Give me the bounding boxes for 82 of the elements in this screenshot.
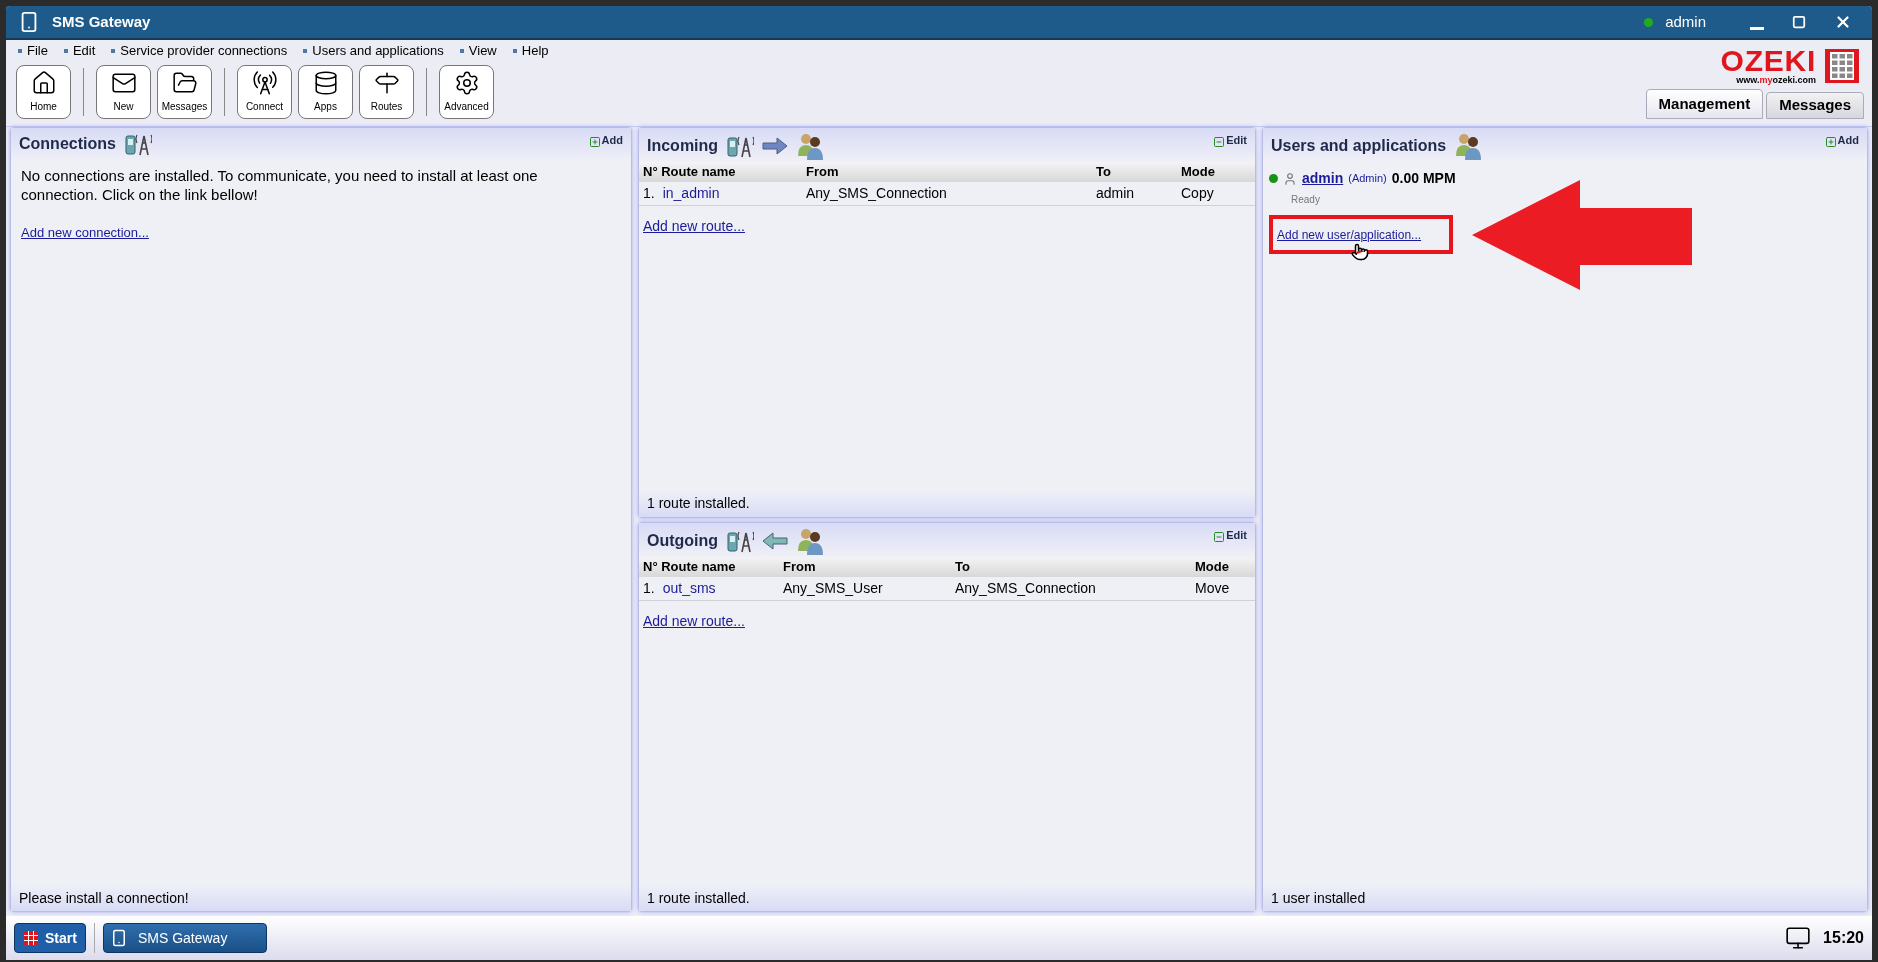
panel-footer-text: 1 user installed	[1271, 888, 1366, 908]
menu-item[interactable]: Users and applications	[303, 41, 444, 61]
column-header: To	[1096, 163, 1112, 182]
menu-item[interactable]: File	[18, 41, 48, 61]
toolbar-button[interactable]: New	[96, 65, 151, 119]
tab[interactable]: Management	[1645, 89, 1764, 119]
table-cell-text: Move	[1195, 578, 1231, 598]
user-name: admin	[1665, 11, 1706, 32]
menu-item[interactable]: Help	[512, 41, 549, 61]
column-header: To	[955, 557, 971, 576]
phone-tower-icon	[123, 132, 152, 156]
panel-action-button[interactable]: Edit	[1213, 526, 1247, 543]
routes-icon	[373, 70, 400, 96]
action-icon	[1213, 136, 1226, 148]
toolbar-button[interactable]: Connect	[237, 65, 292, 119]
window-title: SMS Gateway	[52, 11, 151, 32]
logo-text: OZEKI	[1720, 46, 1816, 76]
add-connection-link[interactable]: Add new connection...	[21, 223, 149, 243]
table-cell-text: Any_SMS_Connection	[806, 184, 948, 203]
row-number: 1.	[643, 184, 655, 203]
add-user-link[interactable]: Add new user/application...	[1277, 225, 1422, 244]
toolbar-button[interactable]: Messages	[157, 65, 212, 119]
panel-title: Incoming	[647, 136, 719, 156]
phone-tower-icon	[726, 134, 755, 158]
user-link[interactable]: admin	[1302, 168, 1344, 189]
panel-title: Outgoing	[647, 530, 719, 551]
menu-item[interactable]: Edit	[63, 41, 96, 61]
menu-item[interactable]: Service provider connections	[111, 41, 288, 61]
logo-url: www.myozeki.com	[1736, 76, 1816, 85]
user-icon	[1283, 171, 1297, 186]
panel-footer-text: 1 route installed.	[647, 494, 750, 513]
panel-action-button[interactable]: Edit	[1213, 132, 1247, 149]
clock: 15:20	[1823, 928, 1864, 948]
panel-footer-text: Please install a connection!	[19, 888, 189, 908]
action-icon	[1213, 530, 1226, 543]
toolbar-button[interactable]: Routes	[359, 65, 414, 119]
advanced-icon	[453, 70, 480, 96]
grid-icon	[23, 930, 39, 946]
table-cell-text: Copy	[1181, 184, 1215, 203]
column-header: From	[783, 557, 817, 576]
table-cell-text: Any_SMS_User	[783, 578, 884, 598]
action-icon	[588, 136, 601, 148]
monitor-icon	[1785, 925, 1812, 951]
column-header: From	[806, 163, 840, 182]
arrow-icon	[762, 137, 789, 155]
home-icon	[30, 70, 57, 96]
user-status: Ready	[1291, 193, 1321, 207]
add-route-link[interactable]: Add new route...	[643, 218, 745, 234]
keypad-logo-icon	[1824, 47, 1860, 84]
add-route-link[interactable]: Add new route...	[643, 612, 745, 629]
maximize-icon	[1792, 15, 1806, 29]
toolbar-button[interactable]: Advanced	[439, 65, 494, 119]
route-name-link[interactable]: in_admin	[662, 183, 720, 204]
panel-title: Connections	[19, 134, 116, 154]
table-cell-text: Any_SMS_Connection	[955, 578, 1097, 598]
minimize-icon	[1750, 26, 1764, 30]
column-header: Mode	[1195, 557, 1230, 576]
user-role: (Admin)	[1348, 171, 1387, 187]
toolbar-button[interactable]: Home	[16, 65, 71, 119]
row-number: 1.	[643, 578, 655, 598]
panel-action-button[interactable]: Add	[1824, 132, 1859, 149]
column-header: N° Route name	[643, 557, 737, 576]
table-cell-text: admin	[1096, 184, 1136, 203]
apps-icon	[312, 70, 339, 96]
column-header: Mode	[1181, 163, 1216, 182]
start-button[interactable]: Start	[14, 923, 86, 953]
panel-action-button[interactable]: Add	[588, 132, 623, 149]
hand-cursor-icon	[1351, 243, 1369, 261]
route-name-link[interactable]: out_sms	[662, 577, 716, 599]
arrow-icon	[762, 531, 789, 550]
tab[interactable]: Messages	[1766, 92, 1864, 119]
close-icon	[1834, 13, 1852, 31]
no-connections-message: No connections are installed. To communicate, you need to install at least one connection. Click on the link bellow!	[21, 166, 539, 204]
panel-footer-text: 1 route installed.	[647, 888, 750, 908]
column-header: N° Route name	[643, 163, 737, 182]
panel-title: Users and applications	[1271, 136, 1447, 156]
user-rate: 0.00 MPM	[1391, 169, 1456, 188]
toolbar-button[interactable]: Apps	[298, 65, 353, 119]
action-icon	[1824, 136, 1837, 148]
taskbar-app-button[interactable]: SMS Gateway	[102, 923, 267, 953]
connect-icon	[251, 70, 278, 96]
menu-item[interactable]: View	[459, 41, 497, 61]
